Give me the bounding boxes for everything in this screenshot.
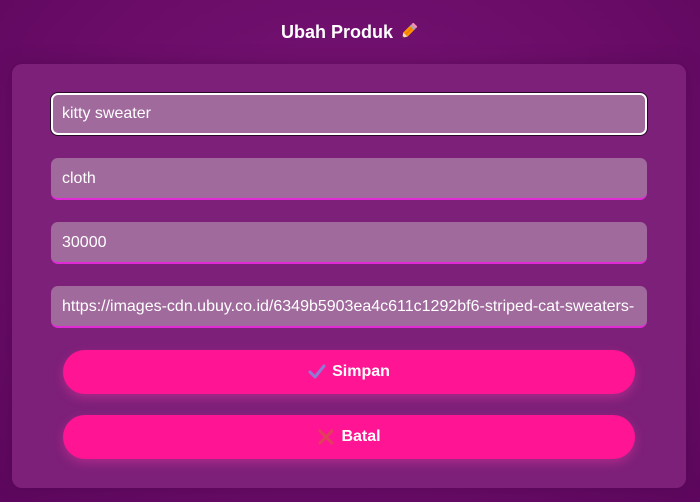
product-name-input[interactable]: kitty sweater [51,93,647,135]
edit-product-card: kitty sweater cloth 30000 https://images… [12,64,686,488]
cancel-button[interactable]: Batal [63,415,635,459]
page-title-text: Ubah Produk [280,22,393,42]
cross-icon [317,428,335,446]
pencil-icon [399,21,419,41]
product-image-url-input[interactable]: https://images-cdn.ubuy.co.id/6349b5903e… [51,286,647,328]
page-background: Ubah Produk kitty sweater cloth 30000 ht… [0,0,700,502]
save-button-label: Simpan [332,363,390,380]
save-button[interactable]: Simpan [63,350,635,394]
product-category-input[interactable]: cloth [51,158,647,200]
page-title: Ubah Produk [0,21,700,43]
checkmark-icon [308,363,326,381]
product-price-input[interactable]: 30000 [51,222,647,264]
cancel-button-label: Batal [341,428,381,445]
